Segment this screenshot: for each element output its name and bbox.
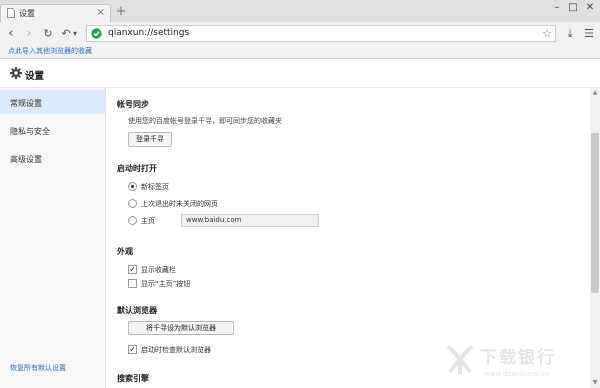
section-title-search-engine: 搜索引擎 — [117, 374, 149, 383]
url-text: qianxun://settings — [108, 28, 190, 38]
checkbox-checked[interactable]: ✓ — [128, 345, 137, 354]
page-title: 设置 — [25, 71, 45, 82]
navigation-toolbar: ‹ › ↻ ↶ ▾ qianxun://settings ☆ ⤓ ☰ — [0, 22, 600, 46]
tab-settings[interactable]: 设置 × — [0, 4, 111, 22]
homepage-url-input[interactable]: www.baidu.com — [181, 214, 319, 227]
gear-icon — [10, 67, 22, 79]
back-button[interactable]: ‹ — [4, 26, 18, 42]
option-label: 显示收藏栏 — [141, 266, 176, 274]
account-sync-description: 使用您的百度帐号登录千寻，即可同步您的收藏夹 — [128, 117, 282, 125]
tab-strip: 设置 × + – □ ✕ — [0, 0, 600, 22]
import-bookmarks-link[interactable]: 点此导入其他浏览器的收藏 — [8, 46, 92, 56]
close-window-button[interactable]: ✕ — [582, 1, 598, 15]
radio-button[interactable] — [128, 182, 137, 191]
secure-shield-icon — [91, 28, 102, 39]
radio-button[interactable] — [128, 199, 137, 208]
option-label: 上次退出时未关闭的网页 — [141, 200, 218, 208]
watermark: 下载银行 www.downbank.cn — [440, 340, 590, 388]
download-icon[interactable]: ⤓ — [563, 27, 577, 41]
scroll-up-arrow-icon[interactable]: ▲ — [590, 88, 600, 98]
radio-button[interactable] — [128, 216, 137, 225]
forward-button[interactable]: › — [22, 26, 36, 42]
watermark-text: 下载银行 — [480, 348, 556, 368]
restore-defaults-link[interactable]: 恢复所有默认设置 — [10, 363, 66, 373]
checkbox-unchecked[interactable] — [128, 279, 137, 288]
checkbox-checked[interactable]: ✓ — [128, 265, 137, 274]
minimize-button[interactable]: – — [549, 1, 565, 15]
sidebar-item-label: 高级设置 — [10, 155, 42, 164]
sidebar-item-label: 常规设置 — [10, 99, 42, 108]
tab-title: 设置 — [19, 9, 35, 18]
settings-sidebar: 常规设置 隐私与安全 高级设置 恢复所有默认设置 — [0, 88, 106, 388]
option-label: 显示“主页”按钮 — [141, 280, 191, 288]
section-title-default-browser: 默认浏览器 — [117, 306, 157, 315]
page-icon — [7, 8, 15, 18]
vertical-scrollbar[interactable]: ▲ ▼ — [590, 88, 600, 388]
watermark-logo-icon — [446, 344, 474, 374]
bookmarks-bar: 点此导入其他浏览器的收藏 — [0, 46, 600, 59]
section-title-account-sync: 帐号同步 — [117, 100, 149, 109]
login-button[interactable]: 登录千寻 — [128, 132, 172, 147]
section-title-appearance: 外观 — [117, 247, 133, 256]
maximize-button[interactable]: □ — [565, 1, 581, 15]
bookmark-star-icon[interactable]: ☆ — [542, 26, 552, 41]
tab-close-icon[interactable]: × — [97, 7, 105, 19]
set-default-browser-button[interactable]: 将千寻设为默认浏览器 — [128, 321, 234, 335]
option-label: 新标签页 — [141, 183, 169, 191]
option-label: 启动时检查默认浏览器 — [141, 346, 211, 354]
option-label: 主页 — [141, 217, 155, 225]
section-title-startup: 启动时打开 — [117, 164, 157, 173]
watermark-url: www.downbank.cn — [484, 370, 550, 378]
scroll-down-arrow-icon[interactable]: ▼ — [590, 378, 600, 388]
address-bar[interactable]: qianxun://settings ☆ — [86, 25, 556, 42]
settings-header: 设置 — [0, 59, 600, 88]
sidebar-item-label: 隐私与安全 — [10, 127, 50, 136]
new-tab-button[interactable]: + — [114, 5, 128, 19]
undo-menu-chevron-icon[interactable]: ▾ — [71, 26, 79, 42]
reload-button[interactable]: ↻ — [41, 26, 55, 42]
sidebar-item-general[interactable]: 常规设置 — [0, 90, 105, 114]
sidebar-item-privacy[interactable]: 隐私与安全 — [0, 118, 105, 142]
menu-icon[interactable]: ☰ — [582, 27, 596, 41]
scrollbar-thumb[interactable] — [591, 133, 599, 293]
sidebar-item-advanced[interactable]: 高级设置 — [0, 146, 105, 170]
